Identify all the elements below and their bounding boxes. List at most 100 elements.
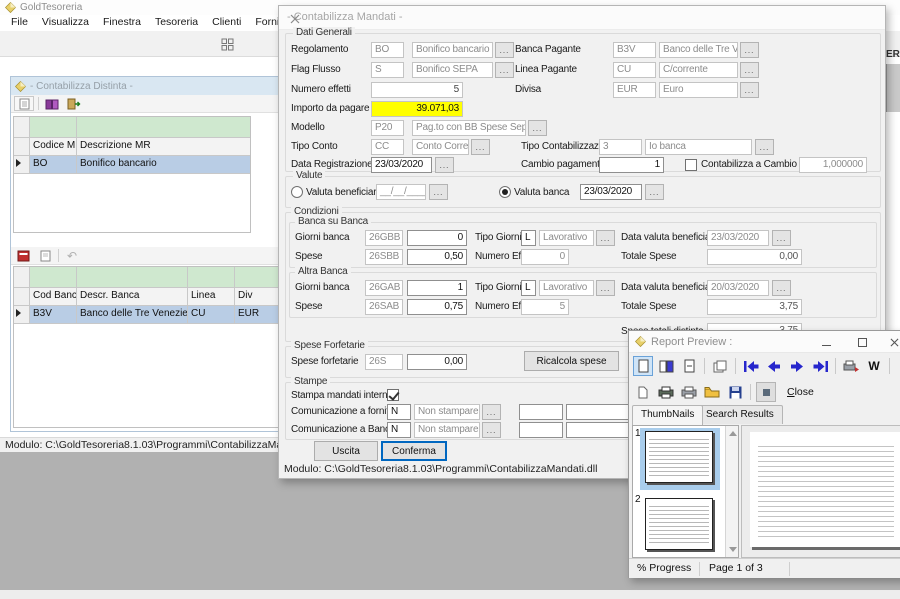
cambio-pagamento-value[interactable]: 1 [599, 157, 664, 173]
divisa-code[interactable]: EUR [613, 82, 656, 98]
table-row[interactable]: BO Bonifico bancario [14, 156, 250, 174]
data-registrazione-value[interactable]: 23/03/2020 [371, 157, 432, 173]
thumbnail-scrollbar[interactable] [725, 426, 738, 557]
menu-tesoreria[interactable]: Tesoreria [149, 15, 204, 31]
banca-pagante-code[interactable]: B3V [613, 42, 656, 58]
thumbnail-selected[interactable] [640, 428, 720, 490]
page-width-icon[interactable] [679, 356, 699, 376]
new-document-icon[interactable] [633, 382, 653, 402]
valuta-banca-browse-button[interactable]: ... [645, 184, 664, 200]
cascade-pages-icon[interactable] [710, 356, 730, 376]
conferma-button[interactable]: Conferma [381, 441, 447, 461]
ab-giorni-value[interactable]: 1 [407, 280, 467, 296]
comunicazione-fornitore-extra-code[interactable] [519, 404, 563, 420]
tab-search-results[interactable]: Search Results [697, 405, 783, 424]
thumbnail-page-1[interactable] [645, 431, 713, 483]
numero-effetti-value[interactable]: 5 [371, 82, 463, 98]
stampa-mandati-checkbox[interactable] [387, 389, 399, 401]
mr-col-codice[interactable]: Codice MR [30, 138, 77, 156]
modello-code[interactable]: P20 [371, 120, 404, 136]
valuta-banca-date[interactable]: 23/03/2020 [580, 184, 642, 200]
bank-col-cod[interactable]: Cod Banca [30, 288, 77, 306]
next-page-icon[interactable] [787, 356, 807, 376]
menu-file[interactable]: File [5, 15, 34, 31]
divisa-browse-button[interactable]: ... [740, 82, 759, 98]
uscita-button[interactable]: Uscita [314, 441, 378, 461]
comunicazione-banca-browse-button[interactable]: ... [482, 422, 501, 438]
prev-page-icon[interactable] [764, 356, 784, 376]
flag-flusso-browse-button[interactable]: ... [495, 62, 514, 78]
cambio-medio-checkbox[interactable] [685, 159, 697, 171]
bsb-spese-value[interactable]: 0,50 [407, 249, 467, 265]
first-page-icon[interactable] [741, 356, 761, 376]
maximize-icon[interactable] [855, 335, 870, 349]
importo-value[interactable]: 39.071,03 [371, 101, 463, 117]
ab-numero-effetti-value[interactable]: 5 [521, 299, 569, 315]
minimize-icon[interactable] [819, 335, 834, 349]
preview-close-button[interactable]: Close [779, 384, 822, 400]
tipo-contabilizzazione-code[interactable]: 3 [599, 139, 642, 155]
whole-page-icon[interactable]: W [864, 356, 884, 376]
linea-pagante-code[interactable]: CU [613, 62, 656, 78]
form-icon[interactable] [14, 96, 34, 111]
ab-tipo-giorni-code[interactable]: L [521, 280, 536, 296]
ricalcola-spese-button[interactable]: Ricalcola spese [524, 351, 619, 371]
print-goto-icon[interactable] [841, 356, 861, 376]
mr-col-descrizione[interactable]: Descrizione MR [77, 138, 250, 156]
tipo-conto-code[interactable]: CC [371, 139, 404, 155]
last-page-icon[interactable] [810, 356, 830, 376]
page-icon[interactable] [36, 248, 54, 263]
comunicazione-fornitore-browse-button[interactable]: ... [482, 404, 501, 420]
stop-icon[interactable] [756, 382, 776, 402]
print-icon[interactable] [679, 382, 699, 402]
tab-thumbnails[interactable]: ThumbNails [632, 405, 703, 425]
close-icon[interactable] [287, 11, 303, 27]
bank-col-linea[interactable]: Linea [188, 288, 235, 306]
preview-titlebar[interactable]: Report Preview : [629, 331, 900, 353]
single-page-icon[interactable] [633, 356, 653, 376]
bsb-data-valuta-browse-button[interactable]: ... [772, 230, 791, 246]
ab-data-valuta-browse-button[interactable]: ... [772, 280, 791, 296]
print-setup-icon[interactable] [656, 382, 676, 402]
bsb-tipo-giorni-browse-button[interactable]: ... [596, 230, 615, 246]
ab-spese-value[interactable]: 0,75 [407, 299, 467, 315]
dialog-titlebar[interactable]: - Contabilizza Mandati - [279, 6, 885, 30]
bsb-data-valuta-value[interactable]: 23/03/2020 [707, 230, 769, 246]
book-icon[interactable] [43, 96, 61, 111]
mr-filter-row[interactable] [14, 117, 250, 138]
menu-visualizza[interactable]: Visualizza [36, 15, 95, 31]
valuta-beneficiario-radio[interactable] [291, 186, 303, 198]
exit-door-icon[interactable] [65, 96, 83, 111]
banca-pagante-browse-button[interactable]: ... [740, 42, 759, 58]
close-icon[interactable] [887, 335, 900, 349]
save-icon[interactable] [725, 382, 745, 402]
ab-data-valuta-value[interactable]: 20/03/2020 [707, 280, 769, 296]
modello-browse-button[interactable]: ... [528, 120, 547, 136]
linea-pagante-browse-button[interactable]: ... [740, 62, 759, 78]
bsb-tipo-giorni-code[interactable]: L [521, 230, 536, 246]
bsb-giorni-value[interactable]: 0 [407, 230, 467, 246]
spese-forfetarie-value[interactable]: 0,00 [407, 354, 467, 370]
thumbnail-page-2[interactable] [645, 498, 713, 550]
regolamento-code[interactable]: BO [371, 42, 404, 58]
menu-finestra[interactable]: Finestra [97, 15, 147, 31]
bank-filter-row[interactable] [14, 267, 303, 288]
undo-icon[interactable]: ↶ [63, 248, 81, 263]
menu-clienti[interactable]: Clienti [206, 15, 247, 31]
comunicazione-fornitore-code[interactable]: N [387, 404, 411, 420]
table-row[interactable]: B3V Banco delle Tre Venezie CU EUR [14, 306, 303, 324]
open-icon[interactable] [702, 382, 722, 402]
facing-pages-icon[interactable] [656, 356, 676, 376]
red-book-icon[interactable] [14, 248, 32, 263]
bsb-numero-effetti-value[interactable]: 0 [521, 249, 569, 265]
valuta-beneficiario-browse-button[interactable]: ... [429, 184, 448, 200]
valuta-banca-radio[interactable] [499, 186, 511, 198]
tipo-conto-browse-button[interactable]: ... [471, 139, 490, 155]
scroll-down-icon[interactable] [729, 547, 737, 552]
scroll-up-icon[interactable] [729, 431, 737, 436]
cambio-medio-value[interactable]: 1,000000 [799, 157, 867, 173]
comunicazione-banca-code[interactable]: N [387, 422, 411, 438]
valuta-beneficiario-date[interactable]: __/__/____ [376, 184, 426, 200]
tipo-contabilizzazione-browse-button[interactable]: ... [755, 139, 774, 155]
ab-tipo-giorni-browse-button[interactable]: ... [596, 280, 615, 296]
